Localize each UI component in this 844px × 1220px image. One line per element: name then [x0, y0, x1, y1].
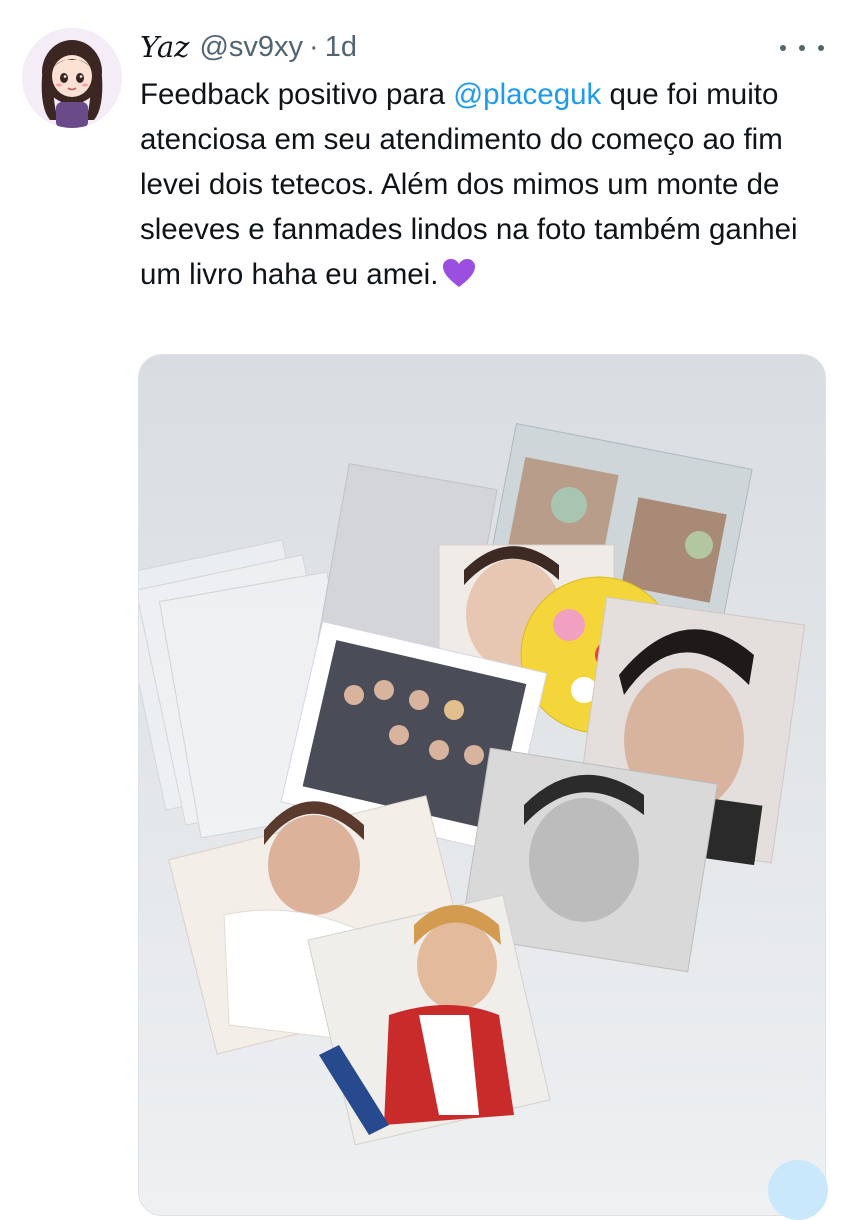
tweet-text: Feedback positivo para @placeguk que foi…: [140, 72, 830, 301]
photocards-photo: [139, 355, 825, 1215]
author-handle[interactable]: @sv9xy: [199, 31, 303, 64]
tweet-text-part1: Feedback positivo para: [140, 78, 454, 111]
timestamp[interactable]: 1d: [325, 31, 357, 64]
separator-dot: ·: [309, 30, 319, 63]
tweet-photo[interactable]: [138, 354, 826, 1216]
more-horizontal-icon[interactable]: [780, 36, 824, 60]
avatar[interactable]: [22, 28, 122, 128]
mention-link[interactable]: @placeguk: [453, 78, 601, 111]
author-name[interactable]: Yaz: [140, 30, 189, 64]
chibi-avatar-image: [22, 28, 122, 128]
more-dot: [780, 45, 786, 51]
tweet-header: Yaz @sv9xy · 1d: [140, 28, 357, 66]
scroll-to-top-button[interactable]: [768, 1160, 828, 1220]
purple-heart-icon: [442, 256, 476, 301]
more-dot: [799, 45, 805, 51]
more-dot: [818, 45, 824, 51]
